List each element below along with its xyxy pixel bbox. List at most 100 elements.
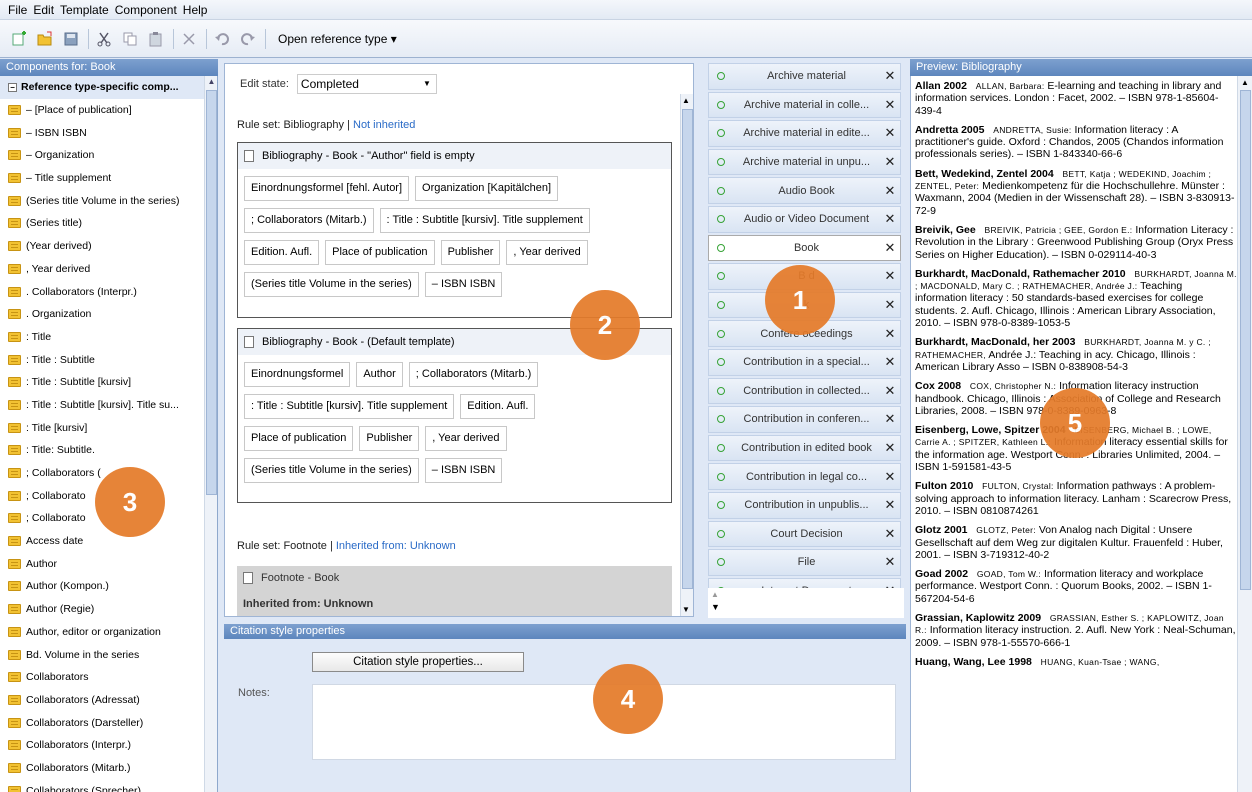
scroll-down-icon[interactable]: ▼ xyxy=(711,602,720,612)
new-icon[interactable] xyxy=(10,30,28,48)
template-component-chip[interactable]: Place of publication xyxy=(244,426,354,451)
redo-icon[interactable] xyxy=(239,30,257,48)
component-item[interactable]: Author, editor or organization xyxy=(0,621,204,644)
reference-type-item[interactable]: Internet Document✕ xyxy=(708,577,901,588)
reference-type-item[interactable]: Contribution in a special... ✕ xyxy=(708,348,901,376)
component-item[interactable]: Collaborators (Sprecher) xyxy=(0,779,204,792)
remove-icon[interactable]: ✕ xyxy=(880,526,900,542)
tree-root[interactable]: − Reference type-specific comp... xyxy=(0,76,204,99)
component-item[interactable]: : Title : Subtitle [kursiv] xyxy=(0,371,204,394)
template-component-chip[interactable]: : Title : Subtitle [kursiv]. Title suppl… xyxy=(244,394,455,419)
menu-file[interactable]: File xyxy=(8,3,27,17)
component-item[interactable]: Collaborators xyxy=(0,666,204,689)
save-icon[interactable] xyxy=(62,30,80,48)
remove-icon[interactable]: ✕ xyxy=(880,440,900,456)
remove-icon[interactable]: ✕ xyxy=(880,268,900,284)
template-component-chip[interactable]: – ISBN ISBN xyxy=(424,272,503,297)
component-item[interactable]: : Title [kursiv] xyxy=(0,416,204,439)
components-scrollbar[interactable]: ▲ xyxy=(204,76,217,792)
template-component-chip[interactable]: – ISBN ISBN xyxy=(424,458,503,483)
component-item[interactable]: – Organization xyxy=(0,144,204,167)
preview-scrollbar[interactable]: ▲ xyxy=(1237,76,1252,792)
component-item[interactable]: . Organization xyxy=(0,303,204,326)
scroll-down-icon[interactable]: ▼ xyxy=(682,605,690,614)
template-component-chip[interactable]: Organization [Kapitälchen] xyxy=(415,176,559,201)
reference-type-item[interactable]: File ✕ xyxy=(708,549,901,576)
component-item[interactable]: Collaborators (Interpr.) xyxy=(0,734,204,757)
component-item[interactable]: : Title : Subtitle xyxy=(0,348,204,371)
scroll-thumb[interactable] xyxy=(682,109,693,589)
reference-type-item[interactable]: Archive material in edite... ✕ xyxy=(708,120,901,147)
remove-icon[interactable]: ✕ xyxy=(880,240,900,256)
types-scroll[interactable]: ▲ ▼ xyxy=(708,588,904,618)
component-item[interactable]: Author xyxy=(0,552,204,575)
remove-icon[interactable]: ✕ xyxy=(880,469,900,485)
reference-type-item[interactable]: Archive material in unpu... ✕ xyxy=(708,148,901,176)
template-component-chip[interactable]: Edition. Aufl. xyxy=(244,240,320,265)
template-component-chip[interactable]: ; Collaborators (Mitarb.) xyxy=(244,208,374,233)
reference-type-item[interactable]: Contribution in collected... ✕ xyxy=(708,377,901,405)
reference-type-item[interactable]: Contribution in conferen... ✕ xyxy=(708,406,901,433)
component-item[interactable]: Bd. Volume in the series xyxy=(0,643,204,666)
open-icon[interactable] xyxy=(36,30,54,48)
template-component-chip[interactable]: Place of publication xyxy=(325,240,435,265)
collapse-icon[interactable]: − xyxy=(8,82,17,92)
remove-icon[interactable]: ✕ xyxy=(880,125,900,141)
open-reference-type-dropdown[interactable]: Open reference type ▾ xyxy=(278,32,397,46)
menu-template[interactable]: Template xyxy=(60,3,109,17)
component-item[interactable]: : Title : Subtitle [kursiv]. Title su... xyxy=(0,394,204,417)
footnote-template[interactable]: Footnote - Book Inherited from: Unknown xyxy=(237,566,672,616)
reference-type-item[interactable]: Contribution in legal co... ✕ xyxy=(708,463,901,490)
template-component-chip[interactable]: (Series title Volume in the series) xyxy=(244,458,419,483)
scroll-thumb[interactable] xyxy=(206,90,217,495)
reference-type-item[interactable]: Book ✕ xyxy=(708,234,901,262)
undo-icon[interactable] xyxy=(213,30,231,48)
component-item[interactable]: : Title: Subtitle. xyxy=(0,439,204,462)
template-component-chip[interactable]: Author xyxy=(356,362,403,387)
edit-state-select[interactable]: Completed xyxy=(296,74,437,94)
scroll-up-icon[interactable]: ▲ xyxy=(682,96,690,105)
remove-icon[interactable]: ✕ xyxy=(880,154,900,170)
remove-icon[interactable]: ✕ xyxy=(880,326,900,342)
menu-component[interactable]: Component xyxy=(115,3,177,17)
remove-icon[interactable]: ✕ xyxy=(880,497,900,513)
reference-type-item[interactable]: Contribution in unpublis... ✕ xyxy=(708,491,901,519)
remove-icon[interactable]: ✕ xyxy=(880,68,900,84)
template-component-chip[interactable]: , Year derived xyxy=(425,426,507,451)
ruleset-link[interactable]: Inherited from: Unknown xyxy=(336,540,456,552)
remove-icon[interactable]: ✕ xyxy=(880,183,900,199)
paste-icon[interactable] xyxy=(147,30,165,48)
remove-icon[interactable]: ✕ xyxy=(880,411,900,427)
component-item[interactable]: : Title xyxy=(0,326,204,349)
component-item[interactable]: Access date xyxy=(0,530,204,553)
reference-type-item[interactable]: Audio Book ✕ xyxy=(708,177,901,204)
template-component-chip[interactable]: Einordnungsformel [fehl. Autor] xyxy=(244,176,410,201)
remove-icon[interactable]: ✕ xyxy=(880,383,900,399)
template-component-chip[interactable]: (Series title Volume in the series) xyxy=(244,272,419,297)
remove-icon[interactable]: ✕ xyxy=(880,554,900,570)
menu-edit[interactable]: Edit xyxy=(33,3,54,17)
component-item[interactable]: – [Place of publication] xyxy=(0,99,204,122)
scroll-up-icon[interactable]: ▲ xyxy=(1241,78,1249,87)
component-item[interactable]: . Collaborators (Interpr.) xyxy=(0,280,204,303)
remove-icon[interactable]: ✕ xyxy=(880,354,900,370)
scroll-up-icon[interactable]: ▲ xyxy=(206,77,217,89)
scroll-up-icon[interactable]: ▲ xyxy=(711,590,719,599)
copy-icon[interactable] xyxy=(121,30,139,48)
delete-icon[interactable] xyxy=(180,30,198,48)
component-item[interactable]: (Series title) xyxy=(0,212,204,235)
template-component-chip[interactable]: Einordnungsformel xyxy=(244,362,351,387)
reference-type-item[interactable]: Contribution in edited book ✕ xyxy=(708,434,901,462)
ruleset-link[interactable]: Not inherited xyxy=(353,119,415,131)
remove-icon[interactable]: ✕ xyxy=(880,297,900,313)
template-component-chip[interactable]: : Title : Subtitle [kursiv]. Title suppl… xyxy=(379,208,590,233)
template-component-chip[interactable]: Publisher xyxy=(440,240,501,265)
component-item[interactable]: Collaborators (Darsteller) xyxy=(0,711,204,734)
component-item[interactable]: (Year derived) xyxy=(0,235,204,258)
component-item[interactable]: Collaborators (Mitarb.) xyxy=(0,757,204,780)
component-item[interactable]: Author (Kompon.) xyxy=(0,575,204,598)
reference-type-item[interactable]: Audio or Video Document ✕ xyxy=(708,205,901,233)
component-item[interactable]: Author (Regie) xyxy=(0,598,204,621)
template-component-chip[interactable]: Edition. Aufl. xyxy=(460,394,536,419)
cut-icon[interactable] xyxy=(95,30,113,48)
